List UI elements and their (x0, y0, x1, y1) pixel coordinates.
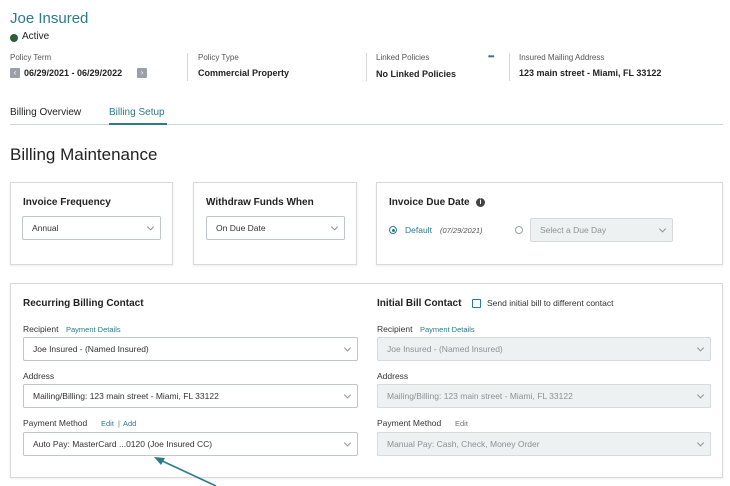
tab-billing-overview[interactable]: Billing Overview (10, 107, 81, 118)
custom-due-date-radio[interactable] (515, 226, 523, 234)
add-payment-method-link[interactable]: Add (123, 419, 136, 428)
chevron-down-icon (146, 223, 155, 231)
payment-method-label: Payment Method (23, 418, 88, 428)
edit-payment-method-link[interactable]: Edit (455, 419, 468, 428)
payment-details-link[interactable]: Payment Details (420, 325, 475, 334)
chevron-down-icon (696, 391, 705, 399)
payment-details-link[interactable]: Payment Details (66, 325, 121, 334)
different-contact-label[interactable]: Send initial bill to different contact (487, 298, 613, 308)
active-tab-indicator (109, 123, 167, 125)
different-contact-checkbox[interactable] (472, 299, 481, 308)
header-divider (366, 53, 367, 81)
invoice-due-date-title: Invoice Due Date (389, 197, 470, 208)
edit-payment-method-link[interactable]: Edit (101, 419, 114, 428)
recurring-recipient-value: Joe Insured - (Named Insured) (33, 344, 149, 354)
address-label: Address (377, 371, 409, 381)
default-due-date-label[interactable]: Default (405, 225, 432, 235)
billing-contacts-card: Recurring Billing Contact Recipient Paym… (10, 283, 723, 478)
withdraw-funds-title: Withdraw Funds When (206, 197, 314, 208)
link-separator: | (118, 419, 120, 428)
status-text: Active (22, 31, 50, 42)
chevron-right-icon[interactable]: › (137, 68, 147, 78)
header-divider (187, 53, 188, 81)
mailing-address-value: 123 main street - Miami, FL 33122 (519, 68, 662, 78)
initial-address-value: Mailing/Billing: 123 main street - Miami… (387, 391, 573, 401)
linked-policies-label: Linked Policies (376, 53, 430, 62)
invoice-frequency-value: Annual (32, 223, 59, 233)
tab-billing-setup[interactable]: Billing Setup (109, 107, 165, 118)
chevron-down-icon (343, 391, 352, 399)
page-title: Billing Maintenance (10, 145, 158, 164)
due-day-select[interactable]: Select a Due Day (530, 218, 673, 242)
policy-type-label: Policy Type (198, 53, 239, 62)
recurring-address-select[interactable]: Mailing/Billing: 123 main street - Miami… (23, 384, 358, 408)
initial-address-select[interactable]: Mailing/Billing: 123 main street - Miami… (377, 384, 711, 408)
recurring-recipient-select[interactable]: Joe Insured - (Named Insured) (23, 337, 358, 361)
header-divider (509, 53, 510, 81)
chevron-down-icon (343, 439, 352, 447)
chevron-down-icon (330, 223, 339, 231)
withdraw-funds-card: Withdraw Funds When On Due Date (193, 182, 357, 265)
recurring-payment-method-value: Auto Pay: MasterCard ...0120 (Joe Insure… (33, 439, 213, 449)
recipient-label: Recipient (23, 324, 59, 334)
recipient-label: Recipient (377, 324, 413, 334)
default-due-date-value: (07/29/2021) (440, 226, 483, 235)
invoice-frequency-title: Invoice Frequency (23, 197, 111, 208)
address-label: Address (23, 371, 55, 381)
policy-type-value: Commercial Property (198, 68, 290, 78)
policy-term-label: Policy Term (10, 53, 52, 62)
invoice-frequency-select[interactable]: Annual (22, 216, 161, 240)
default-due-date-radio[interactable] (389, 226, 397, 234)
chevron-down-icon (696, 344, 705, 352)
recurring-billing-contact-title: Recurring Billing Contact (23, 298, 144, 309)
initial-payment-method-value: Manual Pay: Cash, Check, Money Order (387, 439, 540, 449)
withdraw-funds-value: On Due Date (216, 223, 266, 233)
more-dots-icon[interactable]: ••• (488, 52, 494, 61)
chevron-down-icon (696, 439, 705, 447)
linked-policies-value: No Linked Policies (376, 69, 457, 79)
payment-method-label: Payment Method (377, 418, 442, 428)
info-icon[interactable]: i (476, 198, 485, 207)
invoice-frequency-card: Invoice Frequency Annual (10, 182, 173, 265)
chevron-down-icon (658, 225, 667, 233)
initial-payment-method-select[interactable]: Manual Pay: Cash, Check, Money Order (377, 432, 711, 456)
invoice-due-date-card: Invoice Due Date i Default (07/29/2021) … (376, 182, 723, 265)
recurring-address-value: Mailing/Billing: 123 main street - Miami… (33, 391, 219, 401)
chevron-down-icon (343, 344, 352, 352)
chevron-left-icon[interactable]: ‹ (10, 68, 20, 78)
initial-recipient-select[interactable]: Joe Insured - (Named Insured) (377, 337, 711, 361)
initial-recipient-value: Joe Insured - (Named Insured) (387, 344, 503, 354)
pointer-arrow-icon (154, 457, 217, 486)
policy-term-value: 06/29/2021 - 06/29/2022 (24, 68, 123, 78)
due-day-placeholder: Select a Due Day (540, 225, 607, 235)
status-active-dot-icon (10, 34, 18, 42)
initial-bill-contact-title: Initial Bill Contact (377, 298, 462, 309)
insured-name-title: Joe Insured (10, 10, 89, 27)
withdraw-funds-select[interactable]: On Due Date (206, 216, 345, 240)
mailing-address-label: Insured Mailing Address (519, 53, 605, 62)
